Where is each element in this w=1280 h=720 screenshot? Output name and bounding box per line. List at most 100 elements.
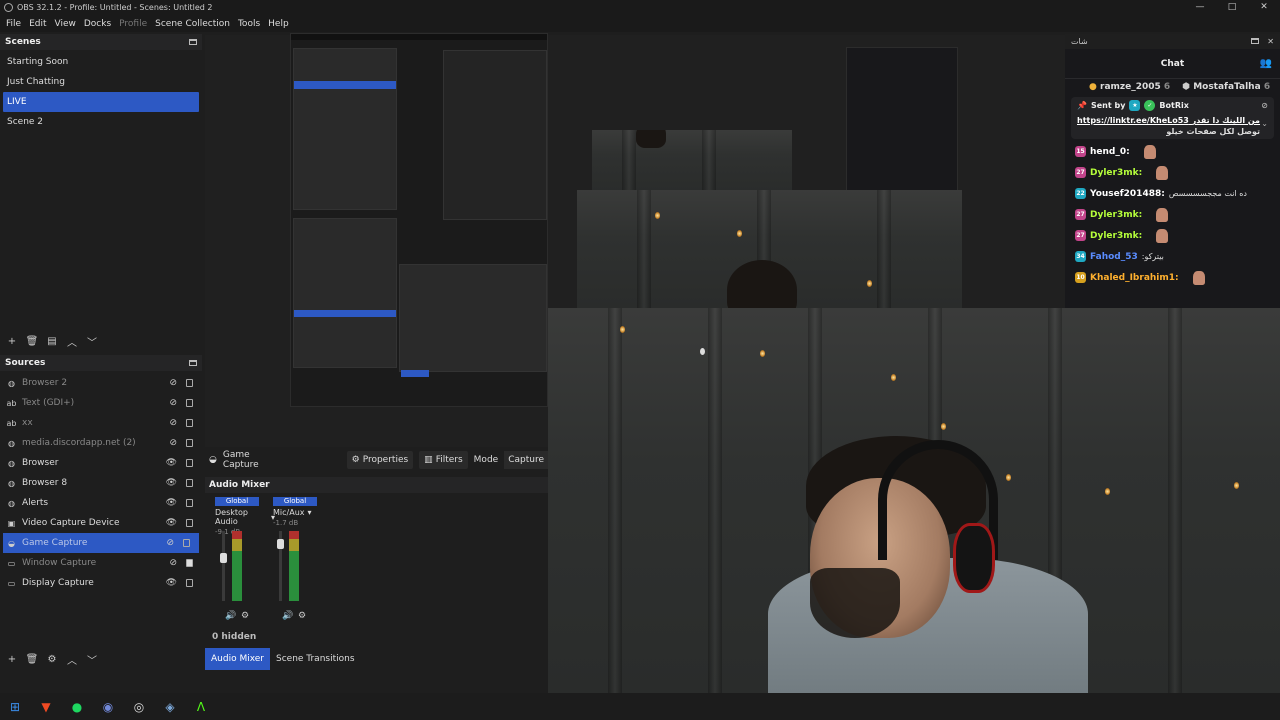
move-down-icon[interactable]: ﹀	[84, 652, 100, 667]
remove-source-icon[interactable]: 🗑	[24, 654, 40, 665]
chat-username[interactable]: Dyler3mk:	[1090, 168, 1142, 178]
scene-item-live[interactable]: LIVE	[3, 92, 199, 112]
gift-item[interactable]: ⬢ MostafaTalha 6	[1182, 82, 1270, 92]
brave-icon[interactable]: ▼	[37, 698, 55, 716]
mic-volume-slider[interactable]	[277, 531, 284, 601]
lock-icon[interactable]	[186, 499, 193, 507]
spotify-icon[interactable]: ●	[68, 698, 86, 716]
menu-file[interactable]: File	[2, 19, 25, 29]
menu-docks[interactable]: Docks	[80, 19, 115, 29]
pinned-link[interactable]: https://linktr.ee/KheLo53 من اللينك دا ت…	[1077, 116, 1260, 125]
chat-message[interactable]: 15 hend_0:	[1065, 141, 1280, 162]
source-item[interactable]: ◍ Browser 👁	[0, 453, 202, 473]
speaker-icon[interactable]: 🔊	[282, 611, 293, 621]
lock-icon[interactable]	[186, 579, 193, 587]
lock-icon[interactable]	[186, 379, 193, 387]
eye-hidden-icon[interactable]: ⊘	[166, 538, 174, 548]
maximize-button[interactable]: □	[1216, 0, 1248, 14]
filters-button[interactable]: ▥ Filters	[419, 451, 468, 469]
chat-username[interactable]: hend_0:	[1090, 147, 1130, 157]
undock-icon[interactable]	[189, 360, 197, 366]
source-item[interactable]: ◍ Browser 8 👁	[0, 473, 202, 493]
obs-icon[interactable]: ◎	[130, 698, 148, 716]
source-item[interactable]: ▣ Video Capture Device 👁	[0, 513, 202, 533]
source-item[interactable]: ▭ Window Capture ⊘	[0, 553, 202, 573]
menu-help[interactable]: Help	[264, 19, 293, 29]
source-item[interactable]: ◍ Alerts 👁	[0, 493, 202, 513]
eye-icon[interactable]: 👁	[166, 578, 177, 588]
chat-message[interactable]: 27 Dyler3mk:	[1065, 204, 1280, 225]
scene-filters-icon[interactable]: ▤	[44, 336, 60, 347]
chat-username[interactable]: Fahod_53	[1090, 252, 1138, 262]
slider-handle[interactable]	[220, 553, 227, 563]
speaker-icon[interactable]: 🔊	[225, 611, 236, 621]
slider-handle[interactable]	[277, 539, 284, 549]
source-item[interactable]: ▭ Display Capture 👁	[0, 573, 202, 593]
scene-item-scene-2[interactable]: Scene 2	[0, 112, 202, 132]
move-down-icon[interactable]: ﹀	[84, 334, 100, 349]
eye-icon[interactable]: 👁	[166, 458, 177, 468]
menu-scene-collection[interactable]: Scene Collection	[151, 19, 234, 29]
steam-icon[interactable]: ◈	[161, 698, 179, 716]
source-item[interactable]: ◍ media.discordapp.net (2) ⊘	[0, 433, 202, 453]
lock-icon[interactable]	[186, 479, 193, 487]
eye-icon[interactable]: 👁	[166, 518, 177, 528]
tab-audio-mixer[interactable]: Audio Mixer	[205, 648, 270, 670]
settings-icon[interactable]: ⚙	[298, 611, 306, 621]
scene-item-just-chatting[interactable]: Just Chatting	[0, 72, 202, 92]
mode-select[interactable]: Capture	[504, 451, 548, 469]
chat-message[interactable]: 22 Yousef201488: ده انت مججسسسسص	[1065, 183, 1280, 204]
menu-view[interactable]: View	[51, 19, 80, 29]
gift-item[interactable]: ● ramze_2005 6	[1089, 82, 1170, 92]
remove-scene-icon[interactable]: 🗑	[24, 336, 40, 347]
lock-icon[interactable]	[183, 539, 190, 547]
close-icon[interactable]: ✕	[1267, 37, 1274, 46]
close-button[interactable]: ✕	[1248, 0, 1280, 14]
chat-message[interactable]: 27 Dyler3mk:	[1065, 225, 1280, 246]
eye-icon[interactable]: 👁	[166, 498, 177, 508]
eye-icon[interactable]: 👁	[166, 478, 177, 488]
undock-icon[interactable]	[189, 39, 197, 45]
chat-message[interactable]: 10 Khaled_Ibrahim1:	[1065, 267, 1280, 288]
channel-name[interactable]: Desktop Audio ▾	[215, 508, 275, 526]
chat-username[interactable]: Dyler3mk:	[1090, 210, 1142, 220]
channel-name[interactable]: Mic/Aux ▾	[273, 508, 333, 517]
lock-icon[interactable]	[186, 439, 193, 447]
terminal-icon[interactable]: Λ	[192, 698, 210, 716]
eye-hidden-icon[interactable]: ⊘	[169, 378, 177, 388]
source-settings-icon[interactable]: ⚙	[44, 654, 60, 665]
add-source-icon[interactable]: +	[4, 654, 20, 665]
lock-icon[interactable]	[186, 459, 193, 467]
lock-icon[interactable]	[186, 419, 193, 427]
windows-icon[interactable]: ⊞	[6, 698, 24, 716]
settings-icon[interactable]: ⚙	[241, 611, 249, 621]
undock-icon[interactable]	[1250, 38, 1259, 44]
chat-username[interactable]: Dyler3mk:	[1090, 231, 1142, 241]
properties-button[interactable]: ⚙ Properties	[346, 451, 414, 469]
menu-profile[interactable]: Profile	[115, 19, 151, 29]
lock-icon[interactable]	[186, 399, 193, 407]
menu-tools[interactable]: Tools	[234, 19, 264, 29]
minimize-button[interactable]: —	[1184, 0, 1216, 14]
add-scene-icon[interactable]: +	[4, 336, 20, 347]
chat-message[interactable]: 27 Dyler3mk:	[1065, 162, 1280, 183]
eye-hidden-icon[interactable]: ⊘	[169, 418, 177, 428]
users-icon[interactable]: 👥	[1260, 58, 1272, 69]
chat-username[interactable]: Yousef201488:	[1090, 189, 1165, 199]
source-item[interactable]: ◍ Browser 2 ⊘	[0, 373, 202, 393]
chat-message[interactable]: 34 Fahod_53:بيتركو	[1065, 246, 1280, 267]
eye-hidden-icon[interactable]: ⊘	[169, 398, 177, 408]
source-item-selected[interactable]: ◒ Game Capture ⊘	[3, 533, 199, 553]
menu-edit[interactable]: Edit	[25, 19, 50, 29]
chat-username[interactable]: Khaled_Ibrahim1:	[1090, 273, 1179, 283]
eye-hidden-icon[interactable]: ⊘	[169, 438, 177, 448]
source-item[interactable]: ab xx ⊘	[0, 413, 202, 433]
eye-hidden-icon[interactable]: ⊘	[169, 558, 177, 568]
discord-icon[interactable]: ◉	[99, 698, 117, 716]
lock-icon[interactable]	[186, 559, 193, 567]
unpin-icon[interactable]: ⊘	[1261, 101, 1268, 110]
move-up-icon[interactable]: ︿	[64, 652, 80, 667]
chevron-down-icon[interactable]: ⌄	[1261, 119, 1268, 128]
tab-scene-transitions[interactable]: Scene Transitions	[270, 648, 361, 670]
scene-item-starting-soon[interactable]: Starting Soon	[0, 52, 202, 72]
